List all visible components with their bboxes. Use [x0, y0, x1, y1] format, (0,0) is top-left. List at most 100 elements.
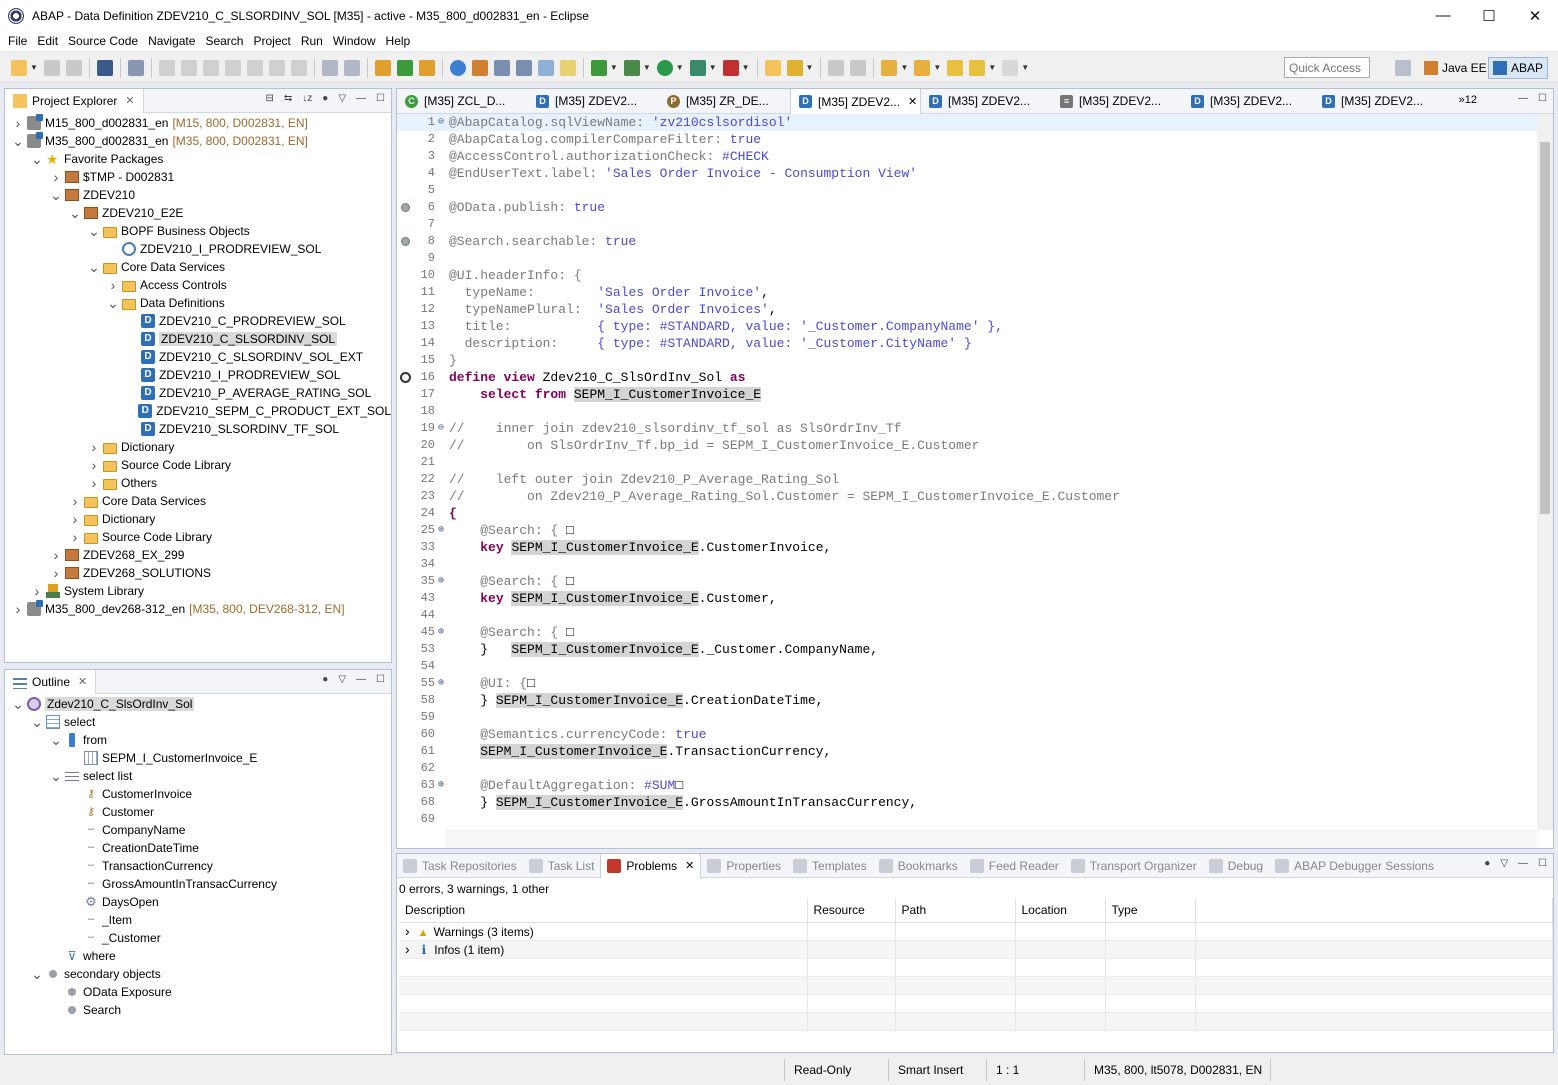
activate-icon[interactable]: [418, 59, 435, 76]
view-menu-icon[interactable]: ▽: [338, 674, 346, 685]
project-tree-item-access-controls[interactable]: › Access Controls: [5, 276, 391, 294]
menu-source-code[interactable]: Source Code: [63, 31, 143, 51]
ruler-marker[interactable]: [397, 675, 419, 692]
code-line[interactable]: 5: [397, 182, 1553, 199]
collapse-chevron-icon[interactable]: ⌄: [11, 697, 25, 711]
next-annotation-icon[interactable]: [881, 59, 898, 76]
code-line[interactable]: 35 ⊕ @Search: { □: [397, 573, 1553, 590]
scrollbar-thumb[interactable]: [1540, 142, 1550, 514]
collapse-chevron-icon[interactable]: ⌄: [11, 134, 25, 148]
console-icon[interactable]: [96, 59, 113, 76]
ruler-marker[interactable]: [397, 182, 419, 199]
maximize-view-icon[interactable]: ☐: [1538, 858, 1547, 869]
expand-chevron-icon[interactable]: ›: [87, 457, 101, 473]
debug-dropdown-icon[interactable]: ▼: [643, 63, 651, 72]
maximize-editor-icon[interactable]: ☐: [1538, 93, 1547, 104]
code-line[interactable]: 54: [397, 658, 1553, 675]
ruler-marker[interactable]: [397, 709, 419, 726]
code-line[interactable]: 9: [397, 250, 1553, 267]
outline-item-creationdatetime[interactable]: ┄ CreationDateTime: [5, 839, 391, 857]
maximize-button[interactable]: ☐: [1466, 0, 1512, 31]
outline-item-sepm-i-customerinvoice-e[interactable]: SEPM_I_CustomerInvoice_E: [5, 749, 391, 767]
ruler-marker[interactable]: [397, 335, 419, 352]
collapse-chevron-icon[interactable]: ⌄: [49, 769, 63, 783]
code-line[interactable]: 4 @EndUserText.label: 'Sales Order Invoic…: [397, 165, 1553, 182]
editor-tab[interactable]: D [M35] ZDEV2...: [1183, 89, 1314, 113]
outline-item-customer[interactable]: ┄ _Customer: [5, 929, 391, 947]
back-dropdown-icon[interactable]: ▼: [988, 63, 996, 72]
project-tree-item-bopf-business-objects[interactable]: ⌄ BOPF Business Objects: [5, 222, 391, 240]
quick-access-input[interactable]: [1284, 57, 1370, 78]
project-tree-item-zdev210[interactable]: ⌄ ZDEV210: [5, 186, 391, 204]
open-abap-object-icon[interactable]: [374, 59, 391, 76]
tab-transport-organizer[interactable]: Transport Organizer: [1065, 854, 1203, 878]
outline-item-item[interactable]: ┄ _Item: [5, 911, 391, 929]
project-tree-item-zdev210-c-slsordinv-sol[interactable]: D ZDEV210_C_SLSORDINV_SOL: [5, 330, 391, 348]
project-tree-item-core-data-services[interactable]: ⌄ Core Data Services: [5, 258, 391, 276]
column-description[interactable]: Description: [399, 898, 808, 923]
ruler-marker[interactable]: [397, 352, 419, 369]
maximize-view-icon[interactable]: ☐: [376, 674, 385, 685]
collapse-chevron-icon[interactable]: ⌄: [68, 206, 82, 220]
project-tree-item-zdev210-i-prodreview-sol[interactable]: D ZDEV210_I_PRODREVIEW_SOL: [5, 366, 391, 384]
transport-icon[interactable]: [493, 59, 510, 76]
tab-properties[interactable]: Properties: [701, 854, 787, 878]
collapse-chevron-icon[interactable]: ⌄: [30, 152, 44, 166]
new-dropdown-icon[interactable]: ▼: [30, 63, 38, 72]
project-tree-item-zdev210-i-prodreview-sol[interactable]: ZDEV210_I_PRODREVIEW_SOL: [5, 240, 391, 258]
outline-item-select[interactable]: ⌄ select: [5, 713, 391, 731]
step-return-icon[interactable]: [290, 59, 307, 76]
filter-icon[interactable]: ●: [1484, 858, 1490, 869]
run-last-dropdown-icon[interactable]: ▼: [676, 63, 684, 72]
expand-chevron-icon[interactable]: ›: [68, 529, 82, 545]
ruler-marker[interactable]: [397, 539, 419, 556]
code-line[interactable]: 8 @Search.searchable: true: [397, 233, 1553, 250]
column-resource[interactable]: Resource: [807, 898, 896, 923]
forward-icon[interactable]: [1002, 59, 1019, 76]
code-line[interactable]: 1 ⊖ @AbapCatalog.sqlViewName: 'zv210cslsor…: [397, 114, 1553, 131]
code-line[interactable]: 10 @UI.headerInfo: {: [397, 267, 1553, 284]
filter-icon[interactable]: ●: [322, 93, 328, 104]
project-tree-item-data-definitions[interactable]: ⌄ Data Definitions: [5, 294, 391, 312]
outline-item-grossamountintransaccurrency[interactable]: ┄ GrossAmountInTransacCurrency: [5, 875, 391, 893]
code-line[interactable]: 59: [397, 709, 1553, 726]
perspective-abap[interactable]: ABAP: [1488, 57, 1549, 79]
ruler-marker[interactable]: [397, 522, 419, 539]
code-line[interactable]: 53 } SEPM_I_CustomerInvoice_E._Customer.…: [397, 641, 1553, 658]
ruler-marker[interactable]: [397, 148, 419, 165]
collapse-chevron-icon[interactable]: ⌄: [87, 260, 101, 274]
external-tools-icon[interactable]: [722, 59, 739, 76]
project-tree-item-m35-800-dev268-312-en[interactable]: › M35_800_dev268-312_en [M35, 800, DEV268-…: [5, 600, 391, 618]
expand-fold-icon[interactable]: ⊕: [435, 777, 447, 794]
code-line[interactable]: 2 @AbapCatalog.compilerCompareFilter: tru…: [397, 131, 1553, 148]
ruler-marker[interactable]: [397, 726, 419, 743]
collapse-chevron-icon[interactable]: ⌄: [87, 224, 101, 238]
ruler-marker[interactable]: [397, 199, 419, 216]
code-line[interactable]: 14 description: { type: #STANDARD, value…: [397, 335, 1553, 352]
table-row[interactable]: › ▲ Warnings (3 items): [399, 922, 1553, 941]
code-line[interactable]: 23 // on Zdev210_P_Average_Rating_Sol.Cus…: [397, 488, 1553, 505]
next-annotation-dropdown-icon[interactable]: ▼: [900, 63, 908, 72]
code-line[interactable]: 63 ⊕ @DefaultAggregation: #SUM□: [397, 777, 1553, 794]
view-menu-icon[interactable]: ▽: [1500, 858, 1508, 869]
expand-fold-icon[interactable]: ⊕: [435, 573, 447, 590]
code-line[interactable]: 12 typeNamePlural: 'Sales Order Invoices…: [397, 301, 1553, 318]
ruler-marker[interactable]: [397, 437, 419, 454]
collapse-all-icon[interactable]: ⊟: [266, 93, 274, 104]
back-icon[interactable]: [969, 59, 986, 76]
tab-feed-reader[interactable]: Feed Reader: [964, 854, 1065, 878]
expand-chevron-icon[interactable]: ›: [49, 547, 63, 563]
previous-annotation-dropdown-icon[interactable]: ▼: [933, 63, 941, 72]
expand-chevron-icon[interactable]: ›: [11, 601, 25, 617]
outline-item-zdev210-c-slsordinv-sol[interactable]: ⌄ Zdev210_C_SlsOrdInv_Sol: [5, 695, 391, 713]
expand-chevron-icon[interactable]: ›: [87, 475, 101, 491]
ruler-marker[interactable]: [397, 114, 419, 131]
editor-tab[interactable]: C [M35] ZCL_D...: [397, 89, 528, 113]
code-line[interactable]: 34: [397, 556, 1553, 573]
expand-fold-icon[interactable]: ⊕: [435, 624, 447, 641]
tab-project-explorer[interactable]: Project Explorer ✕: [5, 88, 144, 113]
forward-dropdown-icon[interactable]: ▼: [1021, 63, 1029, 72]
menu-navigate[interactable]: Navigate: [143, 31, 200, 51]
minimize-view-icon[interactable]: —: [356, 674, 366, 685]
resume-icon[interactable]: [158, 59, 175, 76]
